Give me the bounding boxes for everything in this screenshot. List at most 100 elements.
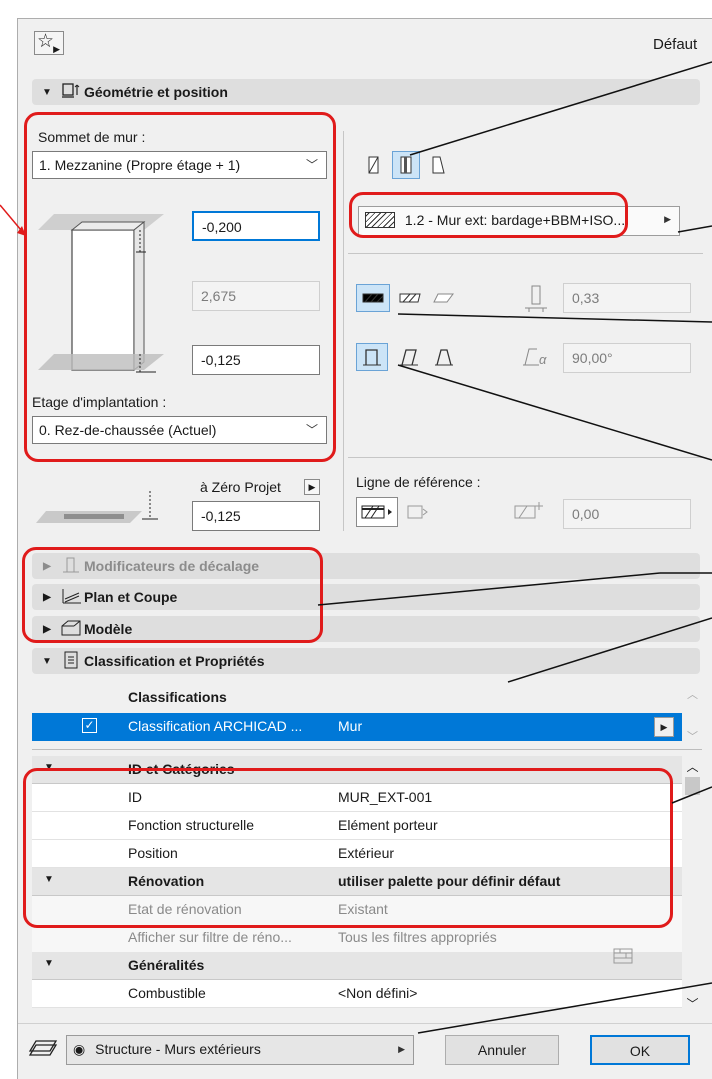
favorites-button[interactable]: ☆ ▶ (34, 31, 64, 55)
wall-height-input[interactable]: 2,675 (192, 281, 320, 311)
property-name: Combustible (128, 985, 206, 1001)
section-title: Classification et Propriétés (84, 653, 265, 669)
classification-row[interactable]: ✓ Classification ARCHICAD ... Mur ▶ (32, 713, 682, 741)
section-floor-plan-header[interactable]: ▶ Plan et Coupe (32, 584, 700, 610)
reference-offset-value: 0,00 (572, 506, 600, 522)
section-offset-modifiers-header[interactable]: ▶ Modificateurs de décalage (32, 553, 700, 579)
wall-top-select[interactable]: 1. Mezzanine (Propre étage + 1) ﹀ (32, 151, 327, 179)
section-geometry-header[interactable]: ▼ Géométrie et position (32, 79, 700, 105)
property-name: Généralités (128, 957, 205, 973)
property-group-row[interactable]: ▼ Rénovation utiliser palette pour définir… (32, 868, 682, 896)
property-value[interactable]: MUR_EXT-001 (338, 789, 432, 805)
wall-skin-button[interactable] (356, 284, 390, 312)
property-value[interactable]: Extérieur (338, 845, 394, 861)
reference-offset-icon (513, 500, 547, 525)
property-value: utiliser palette pour définir défaut (338, 873, 561, 889)
property-row[interactable]: Combustible <Non défini> (32, 980, 682, 1008)
reference-level-button[interactable]: ▶ (304, 479, 320, 495)
right-divider (348, 253, 703, 254)
inclined-wall-button[interactable] (393, 343, 425, 371)
property-value[interactable]: <Non défini> (338, 985, 417, 1001)
wall-top-label: Sommet de mur : (38, 129, 146, 145)
base-offset-input[interactable]: -0,125 (192, 345, 320, 375)
classification-name: Classification ARCHICAD ... (128, 718, 303, 734)
section-title: Plan et Coupe (84, 589, 178, 605)
property-row[interactable]: ID MUR_EXT-001 (32, 784, 682, 812)
layer-arrow-icon: ▶ (398, 1044, 405, 1054)
thickness-input[interactable]: 0,33 (563, 283, 691, 313)
column-divider (343, 131, 344, 531)
property-name: Rénovation (128, 873, 205, 889)
collapse-arrow-icon[interactable]: ▼ (44, 958, 54, 969)
property-name: Etat de rénovation (128, 901, 242, 917)
project-zero-input[interactable]: -0,125 (192, 501, 320, 531)
wall-top-value: 1. Mezzanine (Propre étage + 1) (39, 157, 241, 173)
scrollbar-thumb[interactable] (685, 777, 700, 795)
perpendicular-wall-button[interactable] (356, 343, 388, 371)
classifications-header: Classifications (128, 689, 227, 705)
straight-wall-button[interactable] (360, 151, 388, 179)
home-story-select[interactable]: 0. Rez-de-chaussée (Actuel) ﹀ (32, 416, 327, 444)
top-offset-input[interactable]: -0,200 (192, 211, 320, 241)
top-offset-value: -0,200 (202, 219, 242, 235)
property-group-row[interactable]: ▼ ID et Catégories (32, 756, 682, 784)
reference-line-divider (348, 457, 703, 458)
property-row[interactable]: Afficher sur filtre de réno... Tous les f… (32, 924, 682, 952)
thickness-value: 0,33 (572, 290, 600, 306)
project-zero-label: à Zéro Projet (200, 479, 281, 495)
reference-offset-input[interactable]: 0,00 (563, 499, 691, 529)
geometry-icon (58, 82, 84, 102)
collapse-arrow-icon[interactable]: ▼ (44, 762, 54, 773)
layer-select[interactable]: ◉ Structure - Murs extérieurs ▶ (66, 1035, 414, 1065)
angle-icon (523, 345, 539, 372)
classification-arrow-icon[interactable]: ▶ (654, 717, 674, 737)
scroll-up-icon[interactable]: ︿ (684, 686, 701, 702)
classification-value: Mur (338, 718, 363, 734)
composite-select[interactable]: 1.2 - Mur ext: bardage+BBM+ISO... ▶ (358, 206, 680, 236)
property-name: Afficher sur filtre de réno... (128, 929, 292, 945)
angle-value: 90,00° (572, 350, 613, 366)
property-value[interactable]: Elément porteur (338, 817, 438, 833)
renovation-status-icon (613, 948, 633, 967)
property-row[interactable]: Etat de rénovation Existant (32, 896, 682, 924)
reference-line-label: Ligne de référence : (356, 474, 481, 490)
classification-scrollbar[interactable]: ︿ ﹀ (684, 683, 701, 744)
reference-line-location-button[interactable] (356, 497, 398, 527)
wall-height-value: 2,675 (201, 288, 237, 304)
cancel-button[interactable]: Annuler (445, 1035, 559, 1065)
home-story-value: 0. Rez-de-chaussée (Actuel) (39, 422, 217, 438)
section-title: Modificateurs de décalage (84, 558, 260, 574)
property-row[interactable]: Position Extérieur (32, 840, 682, 868)
double-inclined-wall-button[interactable] (428, 343, 460, 371)
properties-scrollbar[interactable]: ︿ ﹀ (684, 756, 701, 1014)
composite-pattern-icon (365, 212, 395, 228)
base-offset-value: -0,125 (201, 352, 241, 368)
trapezoid-wall-button[interactable] (392, 151, 420, 179)
collapse-arrow-icon: ▼ (42, 86, 52, 98)
property-value: Tous les filtres appropriés (338, 929, 497, 945)
ok-button[interactable]: OK (590, 1035, 690, 1065)
property-group-row[interactable]: ▼ Généralités (32, 952, 682, 980)
collapse-arrow-icon[interactable]: ▼ (44, 874, 54, 885)
scroll-up-icon[interactable]: ︿ (684, 758, 701, 775)
section-title: Géométrie et position (84, 84, 228, 100)
section-classification-header[interactable]: ▼ Classification et Propriétés (32, 648, 700, 674)
property-name: ID et Catégories (128, 761, 235, 777)
scroll-down-icon[interactable]: ﹀ (684, 728, 701, 744)
polygonal-wall-button[interactable] (424, 151, 452, 179)
expand-arrow-icon: ▶ (43, 591, 51, 603)
classification-checkbox[interactable]: ✓ (82, 718, 97, 733)
classification-divider (32, 749, 702, 750)
reference-line-flip-button[interactable] (401, 498, 435, 526)
slanted-skin-button[interactable] (394, 284, 426, 312)
double-slanted-skin-button[interactable] (428, 284, 460, 312)
floor-plan-icon (58, 587, 84, 608)
composite-arrow-icon: ▶ (664, 214, 671, 224)
angle-input[interactable]: 90,00° (563, 343, 691, 373)
property-row[interactable]: Fonction structurelle Elément porteur (32, 812, 682, 840)
expand-arrow-icon: ▶ (43, 623, 51, 635)
scroll-down-icon[interactable]: ﹀ (684, 995, 701, 1012)
property-value: Existant (338, 901, 388, 917)
footer-divider (18, 1023, 712, 1024)
section-model-header[interactable]: ▶ Modèle (32, 616, 700, 642)
